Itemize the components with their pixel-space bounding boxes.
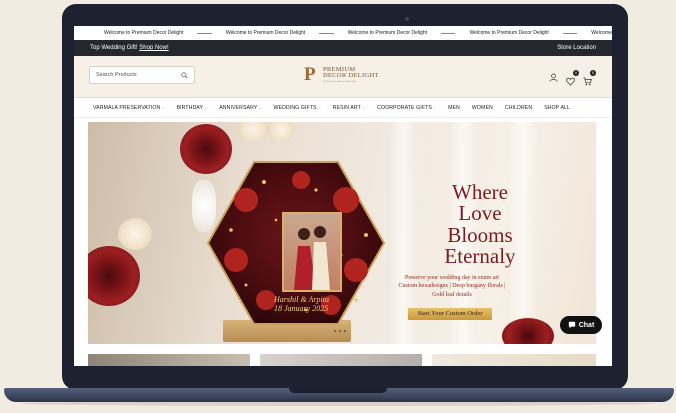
announcement-item: Welcome to Premium Decor Delight	[347, 30, 428, 36]
chevron-down-icon: ⌵	[317, 104, 321, 110]
nav-item-children[interactable]: CHILDREN	[505, 105, 532, 111]
browser-screen: Welcome to Premium Decor Delight Welcome…	[74, 26, 612, 366]
chat-label: Chat	[578, 321, 595, 329]
chevron-down-icon: ⌵	[161, 104, 165, 110]
category-card[interactable]	[432, 354, 596, 366]
nav-item-women[interactable]: WOMEN	[472, 105, 493, 111]
top-bar: Top Wedding Gift! Shop Now! Store Locati…	[74, 40, 612, 56]
hero-banner[interactable]: Harshil & Arpita 18 January 2025 Where L…	[88, 122, 596, 344]
divider	[197, 32, 212, 34]
announcement-item: Welcome	[591, 30, 612, 36]
chat-bubble-icon	[568, 321, 575, 329]
couple-caption: Harshil & Arpita 18 January 2025	[274, 295, 329, 314]
couple-silhouette	[294, 226, 330, 290]
start-custom-order-button[interactable]: Start Your Custom Order	[408, 308, 492, 320]
nav-item-anniversary[interactable]: ANNIVERSARY⌵	[219, 105, 261, 111]
subtext-line: Preserve your wedding day in stunn art	[405, 275, 499, 281]
announcement-item: Welcome to Premium Decor Delight	[469, 30, 549, 36]
carousel-dot[interactable]	[339, 330, 341, 332]
logo-text: PREMIUM DECOR DELIGHT Let The Love Bloss…	[323, 66, 379, 84]
logo-tagline: Let The Love Blossom This Day	[323, 79, 356, 83]
header-icons: 0 0	[549, 70, 596, 86]
site-header: Search Products P PREMIUM DECOR DELIGHT …	[74, 56, 612, 98]
carousel-dots	[334, 330, 346, 332]
rose-image	[268, 122, 294, 142]
shop-now-link[interactable]: Shop Now!	[139, 45, 168, 51]
search-icon[interactable]	[181, 71, 188, 79]
nav-item-resin-art[interactable]: RESIN ART⌵	[333, 105, 365, 111]
search-input[interactable]: Search Products	[89, 66, 195, 84]
cart-count-badge: 0	[590, 70, 596, 76]
headline-line: Eternaly	[444, 244, 516, 269]
nav-label: RESIN ART	[332, 104, 361, 111]
cart-button[interactable]: 0	[583, 70, 596, 86]
nav-item-corporate-gifts[interactable]: COORPORATE GIFTS⌵	[377, 105, 436, 111]
nav-label: COORPORATE GIFTS	[377, 104, 432, 111]
wishlist-button[interactable]: 0	[566, 70, 579, 86]
laptop-notch	[289, 388, 387, 393]
store-location-link[interactable]: Store Location	[557, 45, 596, 51]
headline-line: Blooms	[447, 222, 513, 247]
chevron-down-icon: ⌵	[361, 104, 366, 110]
divider	[562, 32, 578, 34]
carousel-dot[interactable]	[334, 330, 336, 332]
heart-icon	[566, 77, 575, 86]
headline-line: Where	[452, 180, 508, 204]
carousel-dot[interactable]	[344, 330, 346, 332]
nav-label: WEDDING GIFTS	[273, 104, 317, 111]
rose-image	[118, 218, 152, 250]
divider	[441, 32, 456, 34]
site-logo[interactable]: P PREMIUM DECOR DELIGHT Let The Love Blo…	[304, 64, 379, 85]
promo: Top Wedding Gift! Shop Now!	[90, 45, 169, 51]
hero-subtext: Preserve your wedding day in stunn art C…	[388, 274, 516, 299]
account-icon[interactable]	[549, 73, 558, 82]
dahlia-image	[502, 318, 554, 344]
headline-line: Love	[458, 201, 502, 226]
announcement-item: Welcome to Premium Decor Delight	[104, 30, 184, 36]
dahlia-image	[88, 246, 140, 306]
main-nav: VARMALA PRESERVATION⌵ BIRTHDAY⌵ ANNIVERS…	[74, 98, 612, 118]
nav-label: VARMALA PRESERVATION	[93, 104, 161, 111]
category-card[interactable]	[260, 354, 422, 366]
cart-icon	[583, 77, 592, 86]
chevron-down-icon: ⌵	[258, 104, 262, 110]
promo-text: Top Wedding Gift!	[90, 45, 138, 51]
couple-photo	[282, 212, 342, 292]
category-card[interactable]	[88, 354, 250, 366]
nav-item-wedding-gifts[interactable]: WEDDING GIFTS⌵	[274, 105, 321, 111]
announcement-bar: Welcome to Premium Decor Delight Welcome…	[74, 26, 612, 40]
camera-dot	[405, 17, 409, 21]
logo-line-2: DECOR DELIGHT	[323, 72, 379, 80]
nav-item-shop-all[interactable]: SHOP ALL	[544, 105, 570, 111]
chevron-down-icon: ⌵	[432, 104, 437, 110]
announcement-item: Welcome to Premium Decor Delight	[225, 30, 306, 36]
subtext-line: Custom hexadesigns | Deep burgany floral…	[398, 283, 506, 290]
nav-item-varmala[interactable]: VARMALA PRESERVATION⌵	[93, 105, 164, 111]
nav-label: ANNIVERSARY	[219, 104, 258, 111]
search-placeholder: Search Products	[96, 72, 137, 78]
rose-image	[238, 122, 268, 142]
subtext-line: Gold leaf details	[432, 291, 472, 298]
logo-mark: P	[304, 64, 316, 85]
category-cards	[88, 354, 596, 366]
chevron-down-icon: ⌵	[204, 104, 208, 110]
chat-button[interactable]: Chat	[560, 316, 602, 334]
couple-date: 18 January 2025	[274, 303, 329, 313]
wishlist-count-badge: 0	[573, 70, 579, 76]
nav-label: BIRTHDAY	[176, 104, 204, 111]
nav-item-birthday[interactable]: BIRTHDAY⌵	[176, 105, 207, 111]
hero-headline: Where Love Blooms Eternaly	[415, 180, 545, 269]
nav-item-men[interactable]: MEN	[448, 105, 460, 111]
divider	[319, 32, 334, 34]
